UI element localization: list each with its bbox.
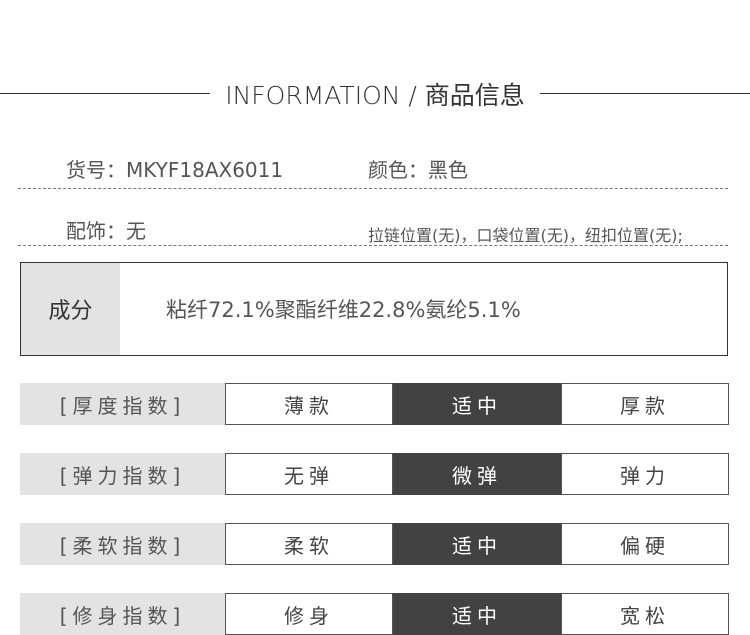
composition-box: 成分 粘纤72.1%聚酯纤维22.8%氨纶5.1% — [20, 262, 728, 356]
scale-option: 修身 — [225, 593, 393, 635]
scale-option: 宽松 — [561, 593, 729, 635]
scale-elasticity: [弹力指数] 无弹 微弹 弹力 — [20, 453, 730, 495]
scale-option: 柔软 — [225, 523, 393, 565]
scale-option-selected: 适中 — [393, 523, 561, 565]
composition-label: 成分 — [21, 263, 120, 355]
scale-label: [柔软指数] — [20, 523, 225, 565]
scale-label: [修身指数] — [20, 593, 225, 635]
section-header: INFORMATION / 商品信息 — [0, 72, 750, 116]
scale-option-selected: 适中 — [393, 383, 561, 425]
header-rule-left — [0, 93, 210, 94]
accessory-detail: 拉链位置(无)，口袋位置(无)，纽扣位置(无); — [368, 226, 683, 245]
scale-softness: [柔软指数] 柔软 适中 偏硬 — [20, 523, 730, 565]
scale-label: [弹力指数] — [20, 453, 225, 495]
scale-option-selected: 适中 — [393, 593, 561, 635]
scale-thickness: [厚度指数] 薄款 适中 厚款 — [20, 383, 730, 425]
scale-option-selected: 微弹 — [393, 453, 561, 495]
scale-fit: [修身指数] 修身 适中 宽松 — [20, 593, 730, 635]
scale-option: 薄款 — [225, 383, 393, 425]
dashed-divider-2 — [18, 245, 728, 247]
scale-option: 无弹 — [225, 453, 393, 495]
section-title: INFORMATION / 商品信息 — [225, 81, 525, 110]
scale-label: [厚度指数] — [20, 383, 225, 425]
item-color: 颜色：黑色 — [368, 158, 468, 182]
item-number: 货号：MKYF18AX6011 — [66, 158, 284, 182]
scale-option: 弹力 — [561, 453, 729, 495]
dashed-divider-1 — [18, 188, 728, 190]
scale-option: 厚款 — [561, 383, 729, 425]
item-accessory: 配饰：无 — [66, 219, 146, 243]
header-rule-right — [540, 93, 750, 94]
composition-value: 粘纤72.1%聚酯纤维22.8%氨纶5.1% — [166, 298, 521, 322]
scale-option: 偏硬 — [561, 523, 729, 565]
